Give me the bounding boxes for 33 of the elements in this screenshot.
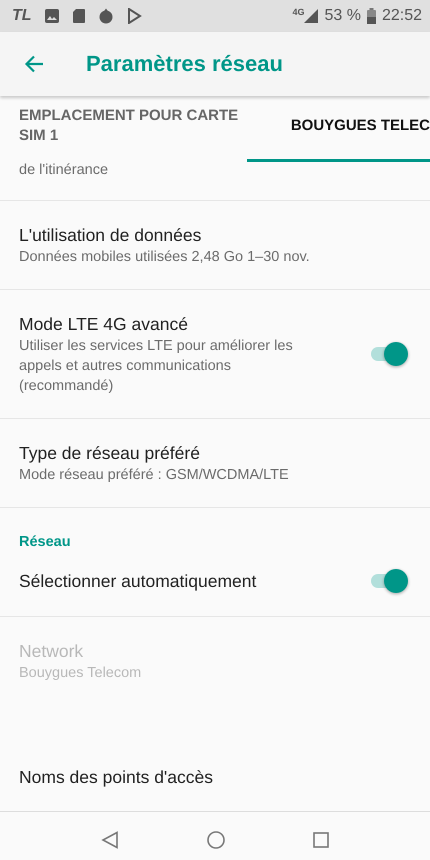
preference-row[interactable]: Type de réseau préféré Mode réseau préféré : GSM/WCDMA/LTE (0, 419, 430, 508)
preference-row[interactable]: Mode LTE 4G avancé Utiliser les services LTE pour améliorer les appels et autres communications (recommandé) (0, 290, 430, 419)
preference-title: L'utilisation de données (19, 224, 202, 247)
preference-summary: Données mobiles utilisées 2,48 Go 1–30 nov. (19, 248, 311, 267)
sd-card-icon (72, 8, 86, 24)
sim-tab[interactable]: BOUYGUES TELEC (246, 96, 430, 162)
battery-icon (366, 8, 376, 24)
preference-title: Network (19, 640, 84, 663)
signal-icon (304, 9, 318, 23)
category-header: Réseau (19, 534, 71, 550)
play-store-icon (126, 8, 142, 24)
preference-summary: de l'itinérance (19, 161, 108, 180)
preference-title: Sélectionner automatiquement (19, 570, 258, 593)
preference-summary: Bouygues Telecom (19, 664, 142, 683)
flame-icon (98, 8, 114, 24)
preference-title: Noms des points d'accès (19, 766, 214, 789)
sim-tab[interactable]: EMPLACEMENT POUR CARTE SIM 1 (0, 96, 247, 162)
preference-summary: Utiliser les services LTE pour améliorer les appels et autres communications (recommandé) (19, 337, 294, 396)
notification-text: TL (12, 7, 32, 25)
battery-percent: 53 % (324, 7, 361, 25)
preference-title: Type de réseau préféré (19, 442, 201, 465)
back-icon[interactable] (101, 831, 119, 849)
recents-icon[interactable] (313, 832, 329, 848)
preference-row[interactable]: L'utilisation de données Données mobiles utilisées 2,48 Go 1–30 nov. (0, 201, 430, 290)
network-type: 4G (292, 7, 304, 17)
screen-title: Paramètres réseau (86, 51, 283, 77)
preference-title: Mode LTE 4G avancé (19, 313, 189, 336)
home-icon[interactable] (207, 831, 225, 849)
preference-summary: Mode réseau préféré : GSM/WCDMA/LTE (19, 466, 290, 485)
clock: 22:52 (382, 7, 422, 25)
image-icon (44, 8, 60, 24)
back-arrow-icon[interactable] (24, 55, 44, 73)
preference-row[interactable]: Sélectionner automatiquement (0, 556, 430, 617)
